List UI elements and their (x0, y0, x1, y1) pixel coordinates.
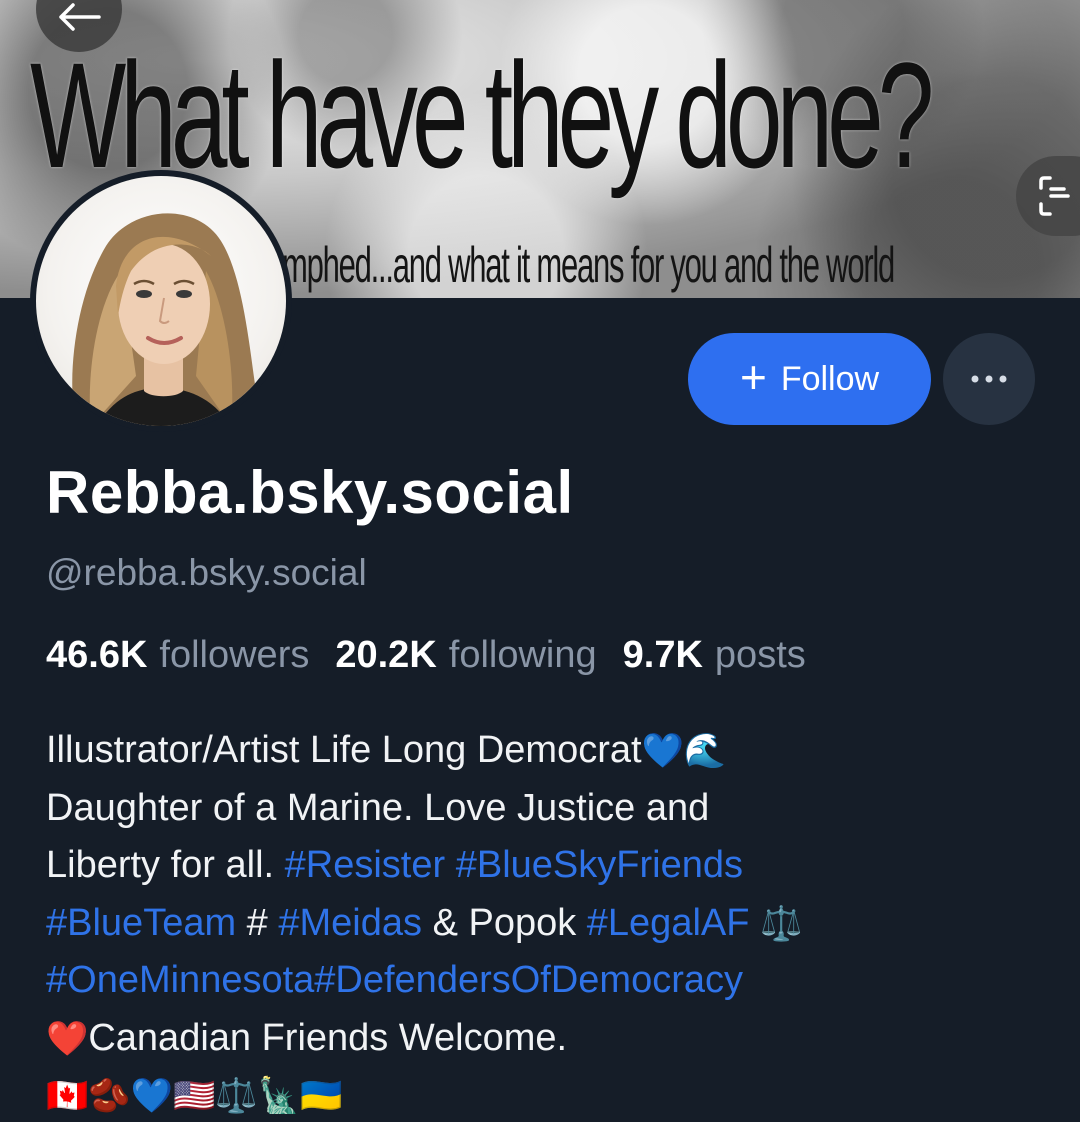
profile-stats: 46.6K followers 20.2K following 9.7K posts (46, 634, 806, 677)
followers-stat[interactable]: 46.6K followers (46, 634, 309, 677)
plus-icon: + (739, 351, 767, 403)
heart-emoji: ❤️ (46, 1018, 89, 1059)
display-name: Rebba.bsky.social (46, 459, 574, 526)
banner-headline: What have they done? (30, 31, 934, 199)
bio-text: # (236, 901, 279, 944)
posts-count: 9.7K (622, 634, 703, 676)
followers-label: followers (159, 634, 310, 676)
hashtag-link[interactable]: #LegalAF (587, 902, 750, 944)
hashtag-link[interactable]: #Meidas (278, 902, 422, 944)
avatar[interactable] (30, 170, 292, 432)
profile-bio: Illustrator/Artist Life Long Democrat💙🌊 … (46, 722, 1046, 1122)
more-options-button[interactable] (943, 333, 1035, 425)
bio-line: Illustrator/Artist Life Long Democrat💙🌊 (46, 722, 1046, 780)
hashtag-link[interactable]: #Resister (285, 844, 446, 886)
hashtag-link[interactable]: #OneMinnesota#DefendersOfDemocracy (46, 959, 743, 1001)
profile-handle: @rebba.bsky.social (46, 552, 367, 593)
flags-emoji: 🇨🇦🫘💙🇺🇸⚖️🗽🇺🇦 (46, 1076, 343, 1116)
following-count: 20.2K (335, 634, 437, 676)
banner-subline: mphed...and what it means for you and th… (282, 237, 895, 293)
bio-text: Illustrator/Artist Life Long Democrat (46, 729, 642, 771)
bio-line: Liberty for all. #Resister #BlueSkyFrien… (46, 837, 1046, 895)
posts-label: posts (714, 634, 806, 676)
arrow-left-icon (59, 3, 101, 31)
bio-text: Canadian Friends Welcome. (88, 1016, 568, 1059)
bio-line: #BlueTeam # #Meidas & Popok #LegalAF ⚖️ (46, 895, 1046, 953)
bio-text: Daughter of a Marine. Love Justice and (46, 786, 710, 829)
following-stat[interactable]: 20.2K following (335, 634, 596, 677)
hashtag-link[interactable]: #BlueTeam (46, 902, 236, 944)
bio-emoji: 💙🌊 (641, 731, 727, 771)
more-dots-icon (971, 375, 1007, 383)
bio-line: 🇨🇦🫘💙🇺🇸⚖️🗽🇺🇦 (46, 1067, 1046, 1122)
hashtag-link[interactable]: #BlueSkyFriends (456, 844, 743, 886)
bio-line: ❤️Canadian Friends Welcome. (46, 1010, 1046, 1068)
followers-count: 46.6K (46, 634, 148, 676)
posts-stat: 9.7K posts (623, 634, 806, 677)
scales-emoji: ⚖️ (749, 903, 803, 944)
bio-line: #OneMinnesota#DefendersOfDemocracy (46, 952, 1046, 1010)
avatar-image (36, 176, 286, 426)
follow-label: Follow (780, 359, 880, 398)
following-label: following (448, 634, 597, 676)
bio-line: Daughter of a Marine. Love Justice and (46, 780, 1046, 838)
profile-page: What have they done? mphed...and what it… (0, 0, 1080, 1122)
bio-text: & Popok (422, 901, 587, 944)
follow-button[interactable]: + Follow (688, 333, 931, 425)
expand-icon (1039, 176, 1070, 216)
bio-text: Liberty for all. (46, 844, 285, 886)
